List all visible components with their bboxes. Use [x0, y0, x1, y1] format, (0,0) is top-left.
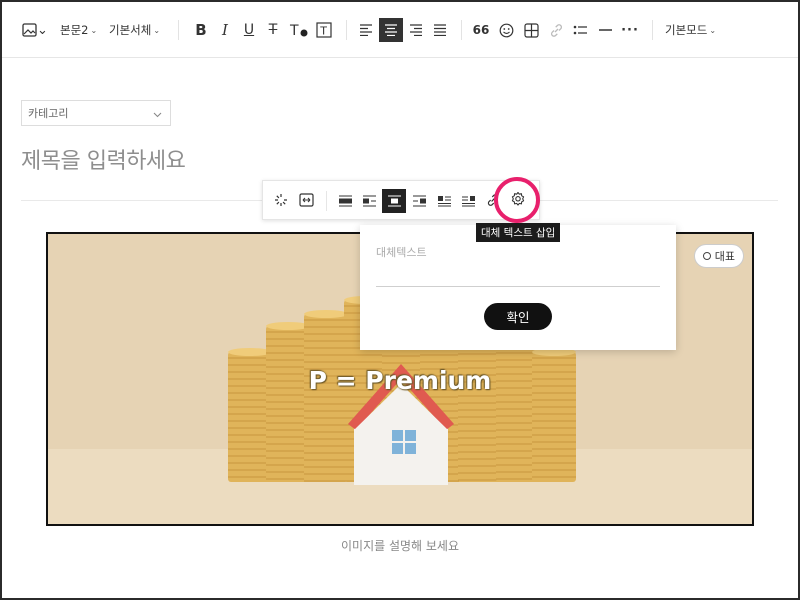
- chevron-down-icon: ⌄: [37, 22, 48, 38]
- align-justify-icon: [433, 24, 447, 36]
- link-icon: [486, 192, 500, 211]
- image-right-button[interactable]: [407, 189, 431, 213]
- chevron-down-icon: [153, 108, 162, 121]
- sparkle-icon: [274, 192, 288, 211]
- image-center-button[interactable]: [382, 189, 406, 213]
- text-color-button[interactable]: T: [287, 18, 311, 42]
- chevron-down-icon: ⌄: [90, 25, 98, 35]
- quote-icon: 66: [472, 23, 490, 37]
- italic-icon: I: [222, 21, 228, 39]
- image-resize-button[interactable]: [294, 189, 318, 213]
- title-input[interactable]: 제목을 입력하세요: [21, 143, 186, 175]
- bold-button[interactable]: B: [190, 18, 212, 42]
- bold-icon: B: [195, 21, 207, 39]
- align-left-icon: [359, 24, 373, 36]
- toolbar-divider: [461, 20, 462, 40]
- layout-full-icon: [338, 192, 353, 211]
- svg-text:T: T: [289, 23, 299, 38]
- layout-right-icon: [412, 192, 427, 211]
- mode-dropdown[interactable]: 기본모드 ⌄: [665, 18, 716, 42]
- category-label: 카테고리: [28, 107, 69, 120]
- radio-circle-icon: [702, 252, 711, 260]
- emoji-button[interactable]: [495, 18, 517, 42]
- toolbar-divider: [652, 20, 653, 40]
- alt-text-button[interactable]: [506, 189, 530, 213]
- representative-image-button[interactable]: 대표: [693, 244, 744, 268]
- bullet-list-button[interactable]: [569, 18, 591, 42]
- alt-text-tooltip: 대체 텍스트 삽입: [476, 223, 561, 242]
- font-family-dropdown[interactable]: 기본서체 ⌄: [109, 18, 160, 42]
- link-icon: [549, 23, 564, 38]
- toolbar-divider: [326, 191, 327, 211]
- quote-button[interactable]: 66: [470, 18, 492, 42]
- paragraph-style-dropdown[interactable]: 본문2 ⌄: [60, 18, 97, 42]
- image-wrap-right-button[interactable]: [456, 189, 480, 213]
- italic-button[interactable]: I: [214, 18, 236, 42]
- text-background-icon: T: [316, 22, 332, 38]
- image-wrap-left-button[interactable]: [432, 189, 456, 213]
- link-button[interactable]: [545, 18, 567, 42]
- svg-text:T: T: [319, 25, 327, 38]
- toolbar-divider: [178, 20, 179, 40]
- editor-toolbar: ⌄ 본문2 ⌄ 기본서체 ⌄ B I U T T T 66 ··· 기본모드 ⌄: [2, 2, 798, 58]
- image-link-button[interactable]: [481, 189, 505, 213]
- image-full-width-button[interactable]: [333, 189, 357, 213]
- representative-label: 대표: [714, 250, 735, 263]
- align-right-button[interactable]: [405, 18, 427, 42]
- insert-image-button[interactable]: ⌄: [22, 18, 48, 42]
- emoji-icon: [499, 23, 514, 38]
- horizontal-line-button[interactable]: [594, 18, 616, 42]
- image-caption-input[interactable]: 이미지를 설명해 보세요: [0, 537, 800, 554]
- align-right-icon: [409, 24, 423, 36]
- table-icon: [523, 22, 539, 38]
- align-center-button[interactable]: [379, 18, 403, 42]
- underline-button[interactable]: U: [238, 18, 260, 42]
- horizontal-line-icon: [598, 28, 613, 32]
- layout-left-icon: [362, 192, 377, 211]
- image-toolbar: [262, 180, 540, 220]
- wrap-right-icon: [461, 192, 476, 211]
- category-select[interactable]: 카테고리: [21, 100, 171, 126]
- bullet-list-icon: [573, 24, 588, 36]
- text-background-button[interactable]: T: [313, 18, 335, 42]
- image-icon: [22, 23, 37, 37]
- strikethrough-button[interactable]: T: [262, 18, 284, 42]
- table-button[interactable]: [520, 18, 542, 42]
- more-icon: ···: [621, 22, 639, 38]
- underline-icon: U: [243, 22, 255, 38]
- toolbar-divider: [346, 20, 347, 40]
- font-family-label: 기본서체: [109, 23, 152, 37]
- wrap-left-icon: [437, 192, 452, 211]
- strikethrough-icon: T: [268, 22, 278, 38]
- chevron-down-icon: ⌄: [153, 25, 161, 35]
- alt-text-input[interactable]: [376, 243, 660, 287]
- image-left-button[interactable]: [357, 189, 381, 213]
- mode-label: 기본모드: [665, 23, 708, 37]
- confirm-button[interactable]: 확인: [484, 303, 552, 330]
- paragraph-style-label: 본문2: [60, 23, 89, 37]
- resize-width-icon: [298, 192, 314, 211]
- text-color-icon: T: [289, 22, 309, 38]
- more-button[interactable]: ···: [619, 18, 641, 42]
- alt-text-popup: 확인: [360, 225, 676, 350]
- chevron-down-icon: ⌄: [709, 25, 717, 35]
- image-effect-button[interactable]: [269, 189, 293, 213]
- gear-icon: [510, 191, 526, 211]
- layout-center-icon: [387, 192, 402, 211]
- align-justify-button[interactable]: [429, 18, 451, 42]
- align-center-icon: [384, 24, 398, 36]
- align-left-button[interactable]: [355, 18, 377, 42]
